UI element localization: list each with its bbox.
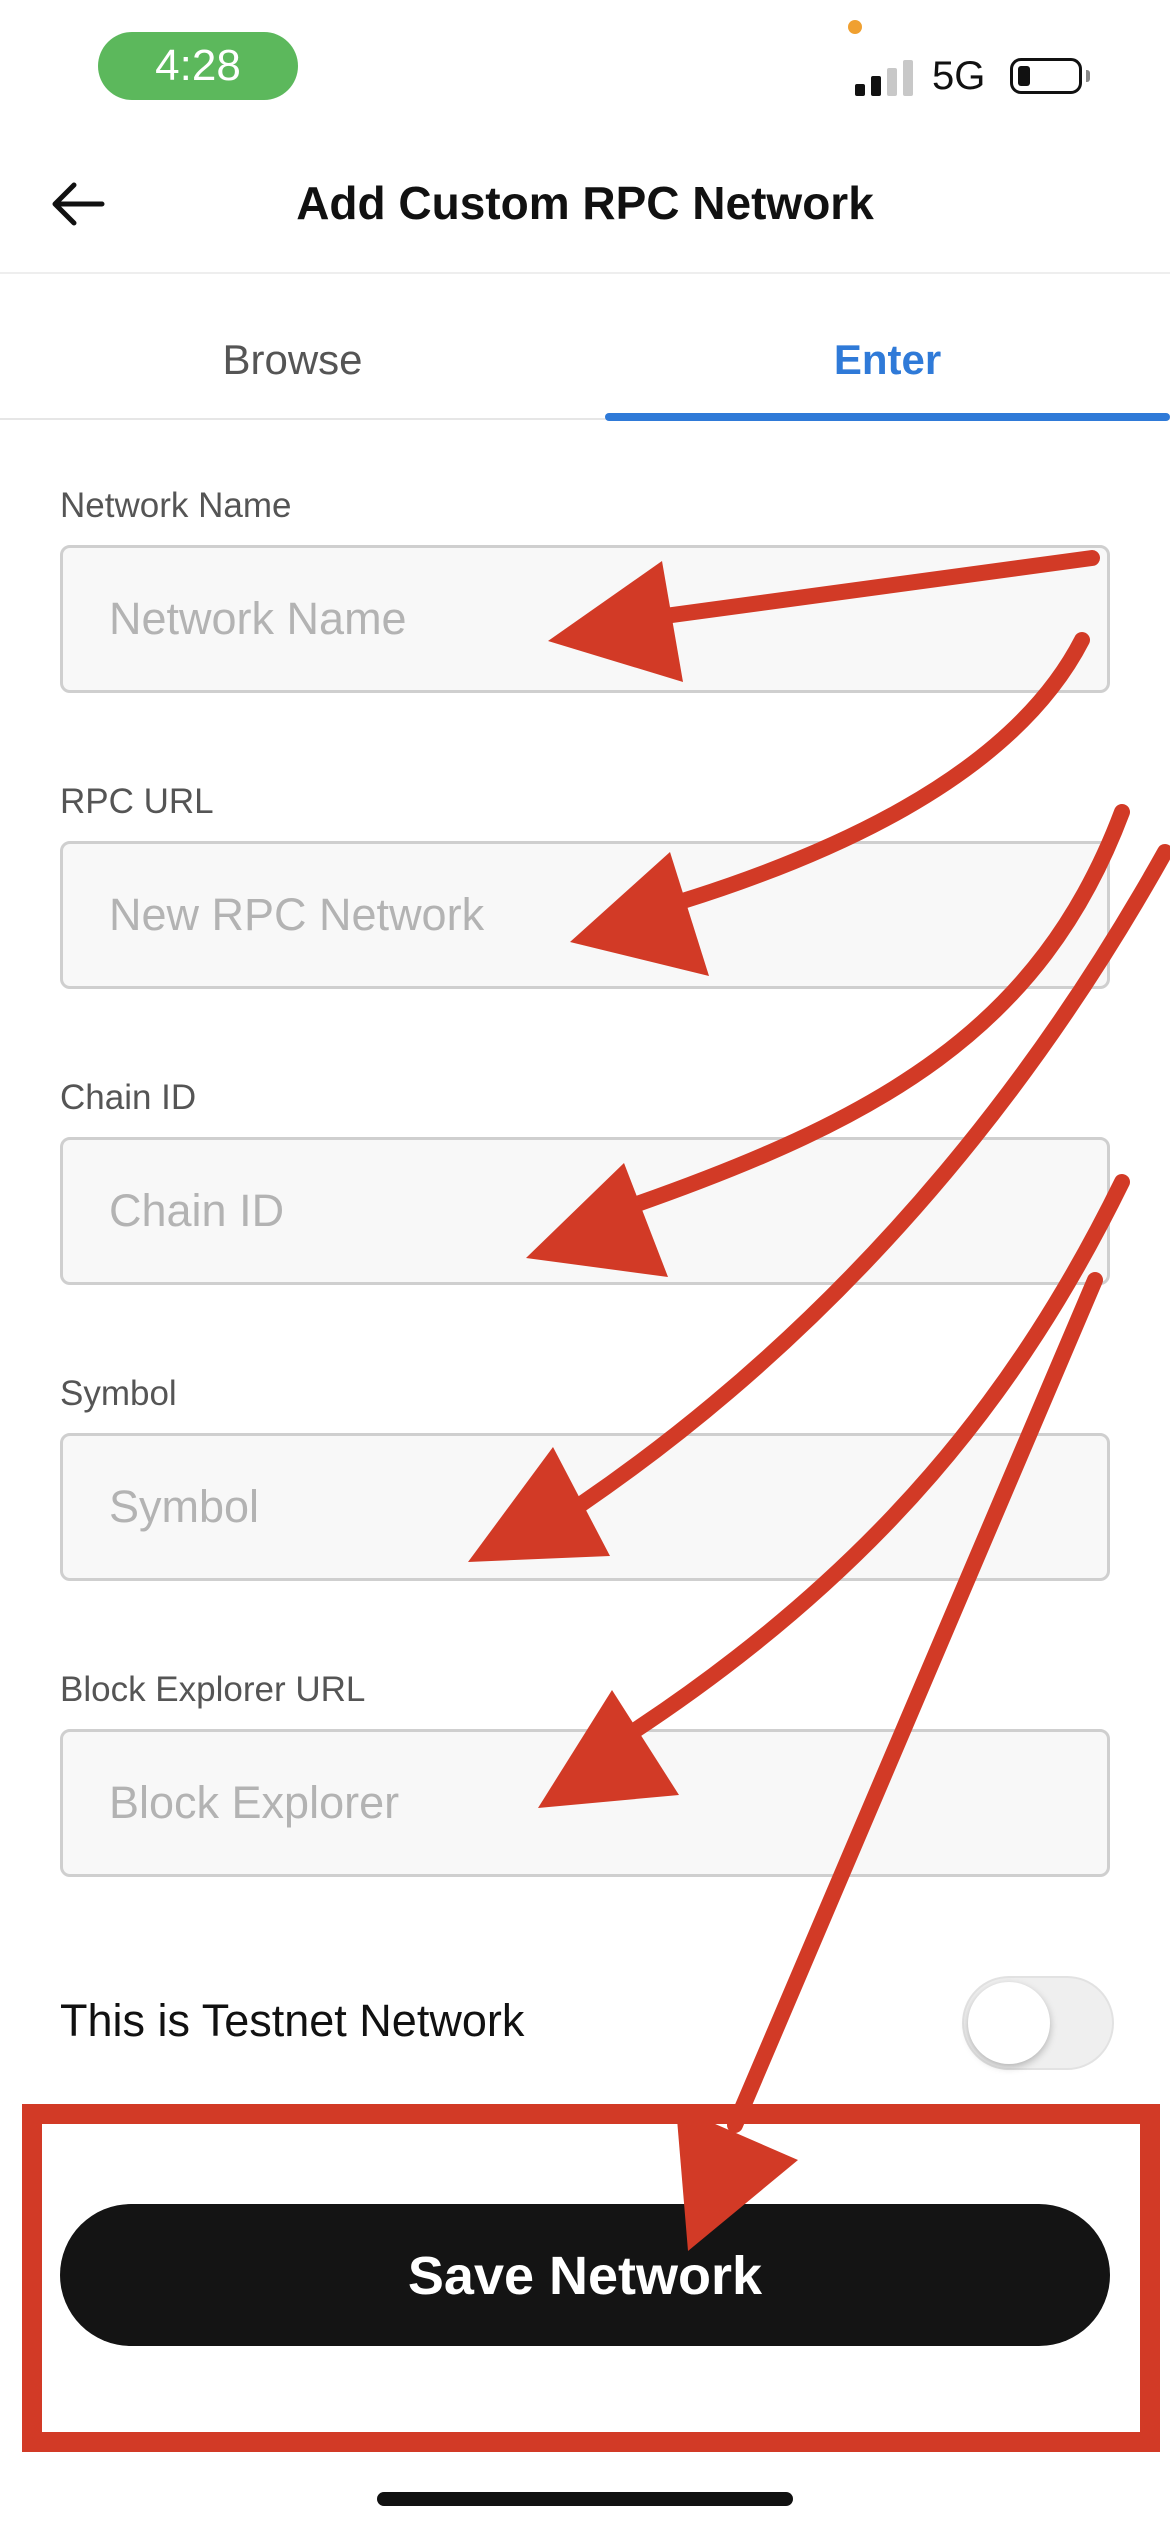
battery-icon	[1010, 58, 1082, 94]
network-name-label: Network Name	[60, 486, 292, 525]
header-divider	[0, 272, 1170, 274]
toggle-knob	[968, 1982, 1050, 2064]
rpc-url-label: RPC URL	[60, 782, 214, 821]
signal-strength-icon	[855, 58, 917, 96]
chain-id-input[interactable]	[60, 1137, 1110, 1285]
symbol-label: Symbol	[60, 1374, 177, 1413]
privacy-indicator-dot	[848, 20, 862, 34]
save-network-button[interactable]: Save Network	[60, 2204, 1110, 2346]
network-name-input[interactable]	[60, 545, 1110, 693]
chain-id-label: Chain ID	[60, 1078, 197, 1117]
tab-browse[interactable]: Browse	[0, 300, 585, 420]
status-time: 4:28	[98, 32, 298, 100]
testnet-toggle-label: This is Testnet Network	[60, 1995, 525, 2046]
active-tab-indicator	[605, 413, 1170, 421]
battery-tip	[1086, 70, 1090, 82]
block-explorer-url-label: Block Explorer URL	[60, 1670, 366, 1709]
tab-enter[interactable]: Enter	[605, 300, 1170, 420]
rpc-url-input[interactable]	[60, 841, 1110, 989]
symbol-input[interactable]	[60, 1433, 1110, 1581]
block-explorer-url-input[interactable]	[60, 1729, 1110, 1877]
page-title: Add Custom RPC Network	[296, 177, 874, 229]
testnet-toggle[interactable]	[962, 1976, 1114, 2070]
network-type-label: 5G	[932, 54, 986, 98]
home-indicator	[377, 2492, 793, 2506]
